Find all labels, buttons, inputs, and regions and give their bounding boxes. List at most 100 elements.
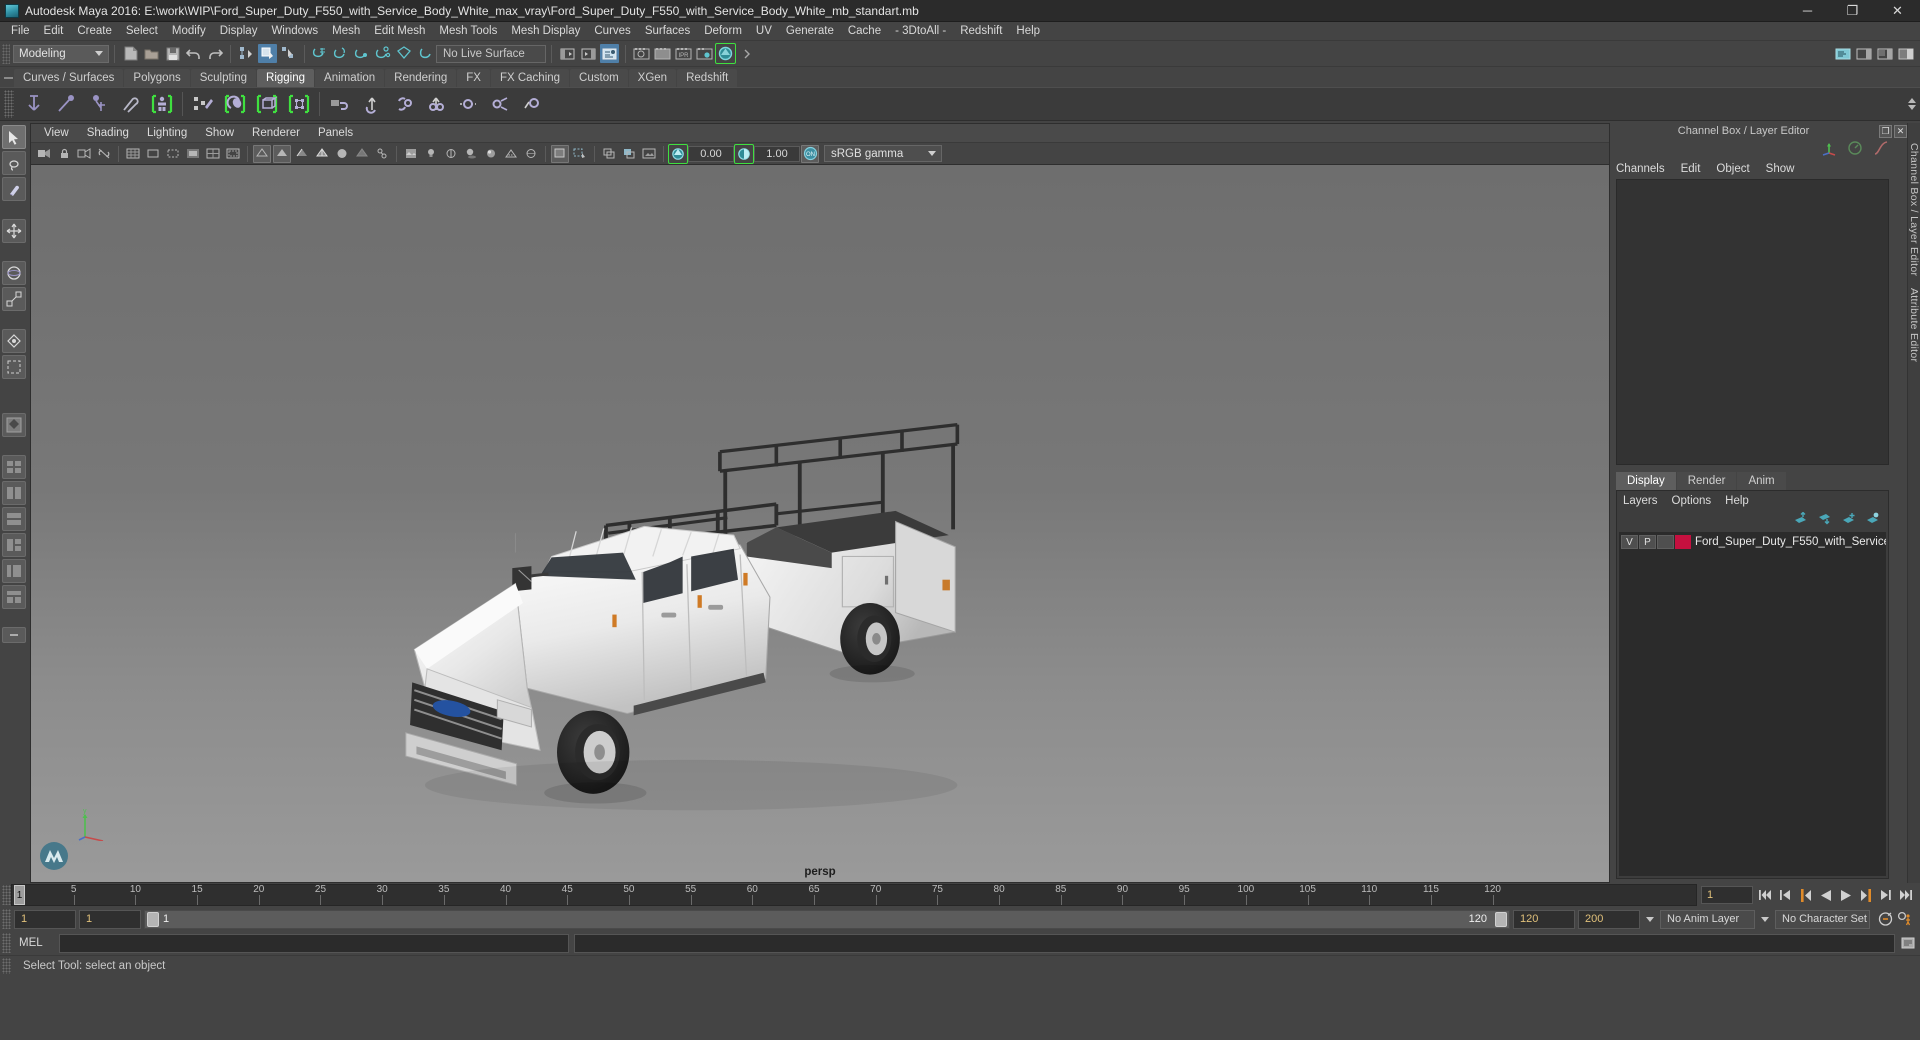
ambient-occlusion-icon[interactable] <box>482 145 500 163</box>
layer-state-toggle[interactable] <box>1657 535 1674 549</box>
isolate-select-icon[interactable] <box>551 144 569 163</box>
pole-vector-constraint-icon[interactable] <box>485 89 515 119</box>
lasso-tool-button[interactable] <box>2 151 26 175</box>
command-line-grip[interactable] <box>2 933 11 953</box>
scale-constraint-icon[interactable] <box>421 89 451 119</box>
quick-rig-icon[interactable] <box>147 89 177 119</box>
menu-item-deform[interactable]: Deform <box>697 22 749 41</box>
move-layer-up-icon[interactable] <box>1793 511 1808 528</box>
layer-tab-display[interactable]: Display <box>1616 472 1676 490</box>
drag-dots-right[interactable] <box>1815 130 1871 132</box>
step-forward-frame-button[interactable] <box>1877 886 1894 904</box>
hide-selected-icon[interactable] <box>620 145 638 163</box>
playback-end-field[interactable]: 120 <box>1513 909 1575 929</box>
menu-item-curves[interactable]: Curves <box>587 22 637 41</box>
command-response-field[interactable] <box>574 933 1895 953</box>
layout-two-panes-side-button[interactable] <box>2 481 26 505</box>
point-constraint-icon[interactable] <box>357 89 387 119</box>
safe-action-icon[interactable] <box>224 145 242 163</box>
gamma-field[interactable]: 1.00 <box>754 145 800 162</box>
rotate-tool-button[interactable] <box>2 261 26 285</box>
film-gate-icon[interactable] <box>144 145 162 163</box>
layer-tab-anim[interactable]: Anim <box>1737 472 1786 490</box>
menu-item-edit[interactable]: Edit <box>37 22 71 41</box>
step-forward-key-button[interactable] <box>1857 886 1874 904</box>
range-start-handle[interactable] <box>147 911 159 927</box>
shelf-scroll-up-icon[interactable] <box>1908 98 1916 103</box>
layout-three-panes-button[interactable] <box>2 533 26 557</box>
layer-menu-options[interactable]: Options <box>1672 495 1712 507</box>
break-connection-icon[interactable] <box>95 145 113 163</box>
shelf-scroll-controls[interactable] <box>1908 98 1920 110</box>
anti-aliasing-icon[interactable] <box>502 145 520 163</box>
show-outliner-icon[interactable] <box>558 44 577 63</box>
character-set-dropdown[interactable]: No Character Set <box>1775 909 1870 929</box>
gate-mask-icon[interactable] <box>184 145 202 163</box>
shelf-more-icon[interactable] <box>737 44 756 63</box>
layer-visibility-toggle[interactable]: V <box>1621 535 1638 549</box>
go-to-start-button[interactable] <box>1757 886 1774 904</box>
bind-skin-icon[interactable] <box>220 89 250 119</box>
render-view-icon[interactable] <box>715 43 736 64</box>
shelf-tab-animation[interactable]: Animation <box>315 69 385 87</box>
cluster-deformer-icon[interactable] <box>284 89 314 119</box>
snap-projected-center-icon[interactable] <box>374 44 393 63</box>
menu-item-mesh-tools[interactable]: Mesh Tools <box>432 22 504 41</box>
paint-skin-weights-icon[interactable] <box>188 89 218 119</box>
range-bar[interactable]: 1 120 <box>144 909 1510 929</box>
make-live-icon[interactable] <box>416 44 435 63</box>
new-layer-icon[interactable] <box>1841 512 1856 528</box>
orient-constraint-icon[interactable] <box>389 89 419 119</box>
menu-item-mesh-display[interactable]: Mesh Display <box>504 22 587 41</box>
shelf-tab-sculpting[interactable]: Sculpting <box>190 69 257 87</box>
move-layer-down-icon[interactable] <box>1817 512 1832 528</box>
scale-tool-button[interactable] <box>2 287 26 311</box>
parent-constraint-icon[interactable] <box>325 89 355 119</box>
shelf-scroll-down-icon[interactable] <box>1908 105 1916 110</box>
panel-undock-button[interactable]: ❐ <box>1879 124 1892 138</box>
channel-box-content[interactable] <box>1616 179 1889 465</box>
select-hierarchy-icon[interactable] <box>237 44 256 63</box>
manipulator-axes-icon[interactable] <box>1821 140 1837 159</box>
sidebar-channelbox-icon[interactable] <box>1896 44 1915 63</box>
smooth-shade-all-icon[interactable] <box>273 144 291 163</box>
undo-icon[interactable] <box>184 44 203 63</box>
paint-select-tool-button[interactable] <box>2 177 26 201</box>
vertical-tab-attribute-editor[interactable]: Attribute Editor <box>1908 282 1920 368</box>
toolbox-expand-button[interactable] <box>2 627 26 643</box>
grid-toggle-icon[interactable] <box>124 145 142 163</box>
viewport-menu-panels[interactable]: Panels <box>309 124 362 143</box>
sidebar-layout-icon[interactable] <box>1854 44 1873 63</box>
layout-four-view-button[interactable] <box>2 455 26 479</box>
menu-item-select[interactable]: Select <box>119 22 165 41</box>
menu-item-file[interactable]: File <box>4 22 37 41</box>
time-slider-grip[interactable] <box>2 885 11 905</box>
shelf-tab-curves-surfaces[interactable]: Curves / Surfaces <box>14 69 124 87</box>
channelbox-menu-show[interactable]: Show <box>1766 163 1795 175</box>
exposure-toggle-icon[interactable] <box>668 143 688 164</box>
range-end-handle[interactable] <box>1495 911 1507 927</box>
menu-item-cache[interactable]: Cache <box>841 22 888 41</box>
viewport-canvas[interactable]: y persp <box>31 165 1609 882</box>
field-chart-icon[interactable] <box>204 145 222 163</box>
wireframe-shading-icon[interactable] <box>253 144 271 163</box>
shelf-tab-fx-caching[interactable]: FX Caching <box>490 69 570 87</box>
new-scene-icon[interactable] <box>121 44 140 63</box>
chevron-down-icon[interactable] <box>1761 916 1769 922</box>
menu-item-uv[interactable]: UV <box>749 22 779 41</box>
statusline-grip[interactable] <box>2 43 10 64</box>
step-back-frame-button[interactable] <box>1777 886 1794 904</box>
live-surface-field[interactable]: No Live Surface <box>436 44 546 63</box>
maximize-button[interactable]: ❐ <box>1830 0 1875 21</box>
camera-attributes-icon[interactable] <box>75 145 93 163</box>
menu-item-mesh[interactable]: Mesh <box>325 22 367 41</box>
minimize-button[interactable]: ─ <box>1785 0 1830 21</box>
channelbox-menu-channels[interactable]: Channels <box>1616 163 1665 175</box>
two-sided-lighting-icon[interactable] <box>442 145 460 163</box>
lighting-toggle-icon[interactable] <box>422 145 440 163</box>
menu-item-create[interactable]: Create <box>70 22 119 41</box>
open-script-editor-button[interactable] <box>1899 934 1916 952</box>
layout-two-panes-stacked-button[interactable] <box>2 507 26 531</box>
animation-preferences-icon[interactable] <box>1897 910 1914 928</box>
shelf-tab-xgen[interactable]: XGen <box>628 69 677 87</box>
